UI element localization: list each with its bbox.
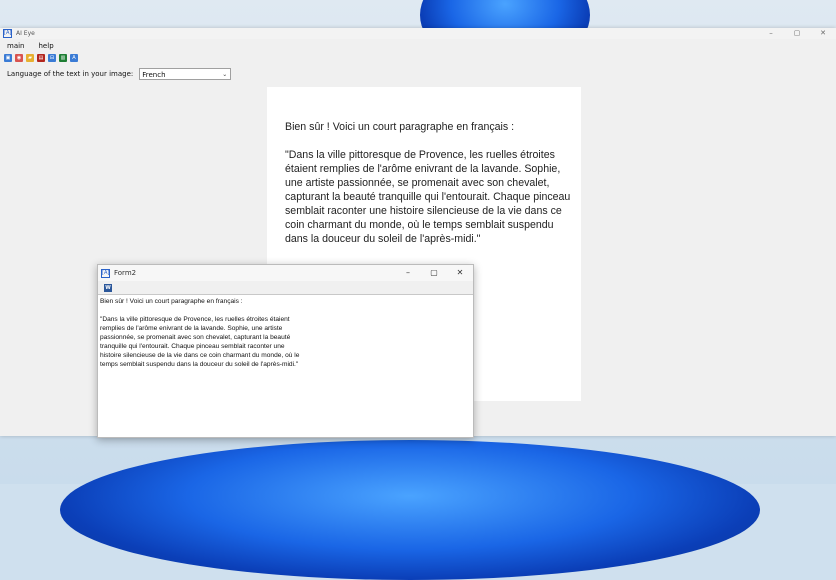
menu-help[interactable]: help	[32, 41, 61, 52]
form2-app-icon: [A]	[101, 268, 110, 278]
menubar: main help	[0, 41, 836, 52]
language-select[interactable]: French ⌄	[139, 68, 232, 80]
close-button[interactable]: ✕	[810, 28, 836, 39]
window-controls: – ▢ ✕	[758, 28, 836, 39]
language-label: Language of the text in your image:	[7, 70, 134, 78]
preview-text: Bien sûr ! Voici un court paragraphe en …	[285, 121, 571, 245]
form2-window-controls: – ▢ ✕	[395, 265, 473, 281]
toolbar: ▣ ◉ ▰ ▤ ⊟ ▥ A	[4, 53, 78, 63]
minimize-button[interactable]: –	[758, 28, 784, 39]
form2-toolbar: W	[98, 281, 473, 295]
excel-icon[interactable]: ▥	[59, 54, 67, 62]
language-row: Language of the text in your image: Fren…	[7, 68, 232, 80]
maximize-button[interactable]: ▢	[784, 28, 810, 39]
pdf-icon[interactable]: ▤	[37, 54, 45, 62]
form2-textbox[interactable]: Bien sûr ! Voici un court paragraphe en …	[98, 295, 302, 371]
app-icon: [A]	[3, 29, 12, 38]
form2-titlebar[interactable]: [A] Form2 – ▢ ✕	[98, 265, 473, 281]
window-title: AI Eye	[16, 30, 35, 37]
chevron-down-icon: ⌄	[222, 71, 228, 78]
scan-icon[interactable]: ⊟	[48, 54, 56, 62]
menu-main[interactable]: main	[0, 41, 32, 52]
image-icon[interactable]: ▣	[4, 54, 12, 62]
camera-icon[interactable]: ◉	[15, 54, 23, 62]
form2-close-button[interactable]: ✕	[447, 265, 473, 281]
language-value: French	[142, 71, 166, 79]
form2-maximize-button[interactable]: ▢	[421, 265, 447, 281]
form2-minimize-button[interactable]: –	[395, 265, 421, 281]
main-titlebar[interactable]: [A] AI Eye – ▢ ✕	[0, 28, 836, 39]
wallpaper-bloom-bottom	[60, 440, 760, 580]
folder-icon[interactable]: ▰	[26, 54, 34, 62]
word-export-icon[interactable]: W	[104, 283, 112, 292]
form2-window: [A] Form2 – ▢ ✕ W Bien sûr ! Voici un co…	[97, 264, 474, 438]
text-icon[interactable]: A	[70, 54, 78, 62]
form2-title: Form2	[114, 269, 137, 277]
